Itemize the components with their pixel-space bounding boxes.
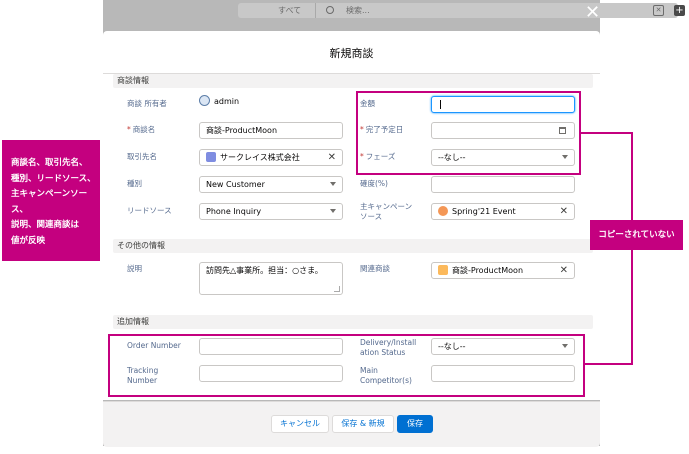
related-opportunity-label: 関連商談 bbox=[360, 264, 390, 273]
account-icon bbox=[206, 151, 216, 162]
related-opportunity-lookup[interactable]: 商談-ProductMoon ✕ bbox=[431, 262, 575, 279]
search-scope-select[interactable]: すべて bbox=[238, 3, 316, 18]
owner-label: 商談 所有者 bbox=[127, 99, 167, 108]
campaign-icon bbox=[438, 205, 448, 216]
save-and-new-button[interactable]: 保存 & 新規 bbox=[332, 415, 394, 433]
campaign-lookup[interactable]: Spring'21 Event ✕ bbox=[431, 203, 575, 220]
clear-account-icon[interactable]: ✕ bbox=[328, 150, 336, 165]
owner-value[interactable]: admin bbox=[199, 95, 239, 109]
connector-line-bottom bbox=[585, 363, 633, 365]
opportunity-icon bbox=[438, 264, 448, 275]
section-additional-info[interactable]: 追加情報 bbox=[113, 315, 593, 329]
clear-related-icon[interactable]: ✕ bbox=[560, 263, 568, 278]
chevron-down-icon bbox=[330, 182, 336, 186]
user-avatar-icon bbox=[199, 95, 210, 106]
section-other-info[interactable]: その他の情報 bbox=[113, 239, 593, 253]
opportunity-name-label: * 商談名 bbox=[127, 125, 156, 134]
modal-header: 新規商談 bbox=[103, 31, 600, 74]
type-select[interactable]: New Customer bbox=[199, 176, 343, 193]
connector-line-top bbox=[581, 132, 633, 134]
chevron-down-icon bbox=[330, 209, 336, 213]
global-add-icon[interactable]: + bbox=[674, 5, 685, 16]
description-label: 説明 bbox=[127, 264, 142, 273]
highlight-box-additional bbox=[108, 334, 585, 397]
probability-input[interactable] bbox=[431, 176, 575, 193]
resize-grip-icon[interactable] bbox=[334, 286, 340, 292]
modal-title: 新規商談 bbox=[329, 47, 374, 60]
account-label: 取引先名 bbox=[127, 152, 157, 161]
save-button[interactable]: 保存 bbox=[397, 415, 433, 433]
lead-source-select[interactable]: Phone Inquiry bbox=[199, 203, 343, 220]
background-app-bar: すべて 検索... ✕ + bbox=[103, 0, 685, 28]
lead-source-label: リードソース bbox=[127, 206, 172, 215]
campaign-label: 主キャンペーン ソース bbox=[360, 202, 413, 221]
modal-footer: キャンセル 保存 & 新規 保存 bbox=[103, 401, 600, 447]
close-modal-icon[interactable]: ✕ bbox=[585, 4, 600, 22]
clear-search-icon[interactable]: ✕ bbox=[653, 5, 664, 16]
account-lookup[interactable]: サークレイス株式会社 ✕ bbox=[199, 149, 343, 166]
type-label: 種別 bbox=[127, 179, 142, 188]
highlight-box-right-top bbox=[356, 91, 581, 175]
opportunity-name-input[interactable]: 商談-ProductMoon bbox=[199, 122, 343, 139]
search-icon bbox=[326, 6, 334, 14]
left-annotation-note: 商談名、取引先名、 種別、リードソース、 主キャンペーンソース、 説明、関連商談… bbox=[2, 140, 100, 261]
probability-label: 確度(%) bbox=[360, 179, 388, 188]
search-placeholder: 検索... bbox=[346, 6, 370, 15]
cancel-button[interactable]: キャンセル bbox=[271, 415, 329, 433]
right-annotation-note: コピーされていない bbox=[590, 220, 683, 250]
global-search[interactable]: すべて 検索... ✕ bbox=[238, 3, 678, 18]
description-textarea[interactable]: 訪問先△事業所。担当：○さま。 bbox=[199, 262, 343, 295]
section-opportunity-info[interactable]: 商談情報 bbox=[113, 74, 593, 88]
clear-campaign-icon[interactable]: ✕ bbox=[560, 204, 568, 219]
